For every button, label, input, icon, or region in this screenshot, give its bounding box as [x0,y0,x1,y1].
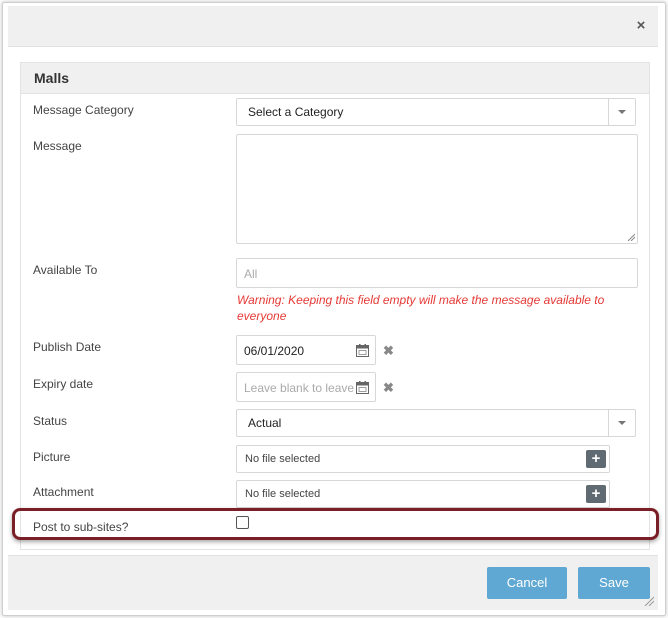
publish-date-input[interactable]: 06/01/2020 [236,335,376,365]
available-to-input[interactable]: All [236,258,638,288]
available-to-placeholder: All [244,267,258,281]
expiry-date-label: Expiry date [33,377,94,391]
save-button[interactable]: Save [578,567,650,599]
chevron-down-icon[interactable] [608,410,635,436]
publish-date-value: 06/01/2020 [244,344,305,358]
attachment-label: Attachment [33,485,94,499]
expiry-date-clear-icon[interactable]: ✖ [383,380,394,396]
status-select[interactable]: Actual [236,409,636,437]
calendar-icon[interactable] [356,344,369,357]
available-to-warning: Warning: Keeping this field empty will m… [237,293,605,323]
status-value: Actual [248,416,282,430]
status-label: Status [33,414,68,428]
message-label: Message [33,139,82,153]
publish-date-label: Publish Date [33,340,102,354]
expiry-date-placeholder: Leave blank to leave [244,381,354,395]
post-to-subsites-checkbox[interactable] [236,516,249,529]
message-category-label: Message Category [33,103,134,117]
message-textarea[interactable] [236,134,638,244]
message-category-value: Select a Category [248,105,344,119]
dialog-header: × [8,6,658,47]
available-to-label: Available To [33,263,98,277]
section-title: Malls [34,70,70,86]
message-category-select[interactable]: Select a Category [236,98,636,126]
close-icon[interactable]: × [634,18,648,33]
calendar-icon[interactable] [356,381,369,394]
picture-label: Picture [33,450,71,464]
plus-icon[interactable]: + [586,485,606,503]
plus-icon[interactable]: + [586,450,606,468]
cancel-button[interactable]: Cancel [487,567,567,599]
chevron-down-icon[interactable] [608,99,635,125]
resize-grip-icon[interactable] [644,596,654,606]
resize-grip-icon[interactable] [627,233,635,241]
dialog-footer: Cancel Save [8,555,658,610]
expiry-date-input[interactable]: Leave blank to leave [236,372,376,402]
attachment-file-input[interactable]: No file selected + [236,480,610,508]
picture-file-text: No file selected [245,453,321,465]
attachment-file-text: No file selected [245,488,321,500]
picture-file-input[interactable]: No file selected + [236,445,610,473]
publish-date-clear-icon[interactable]: ✖ [383,343,394,359]
section-title-bar: Malls [21,63,649,94]
post-to-subsites-label: Post to sub-sites? [33,520,129,534]
